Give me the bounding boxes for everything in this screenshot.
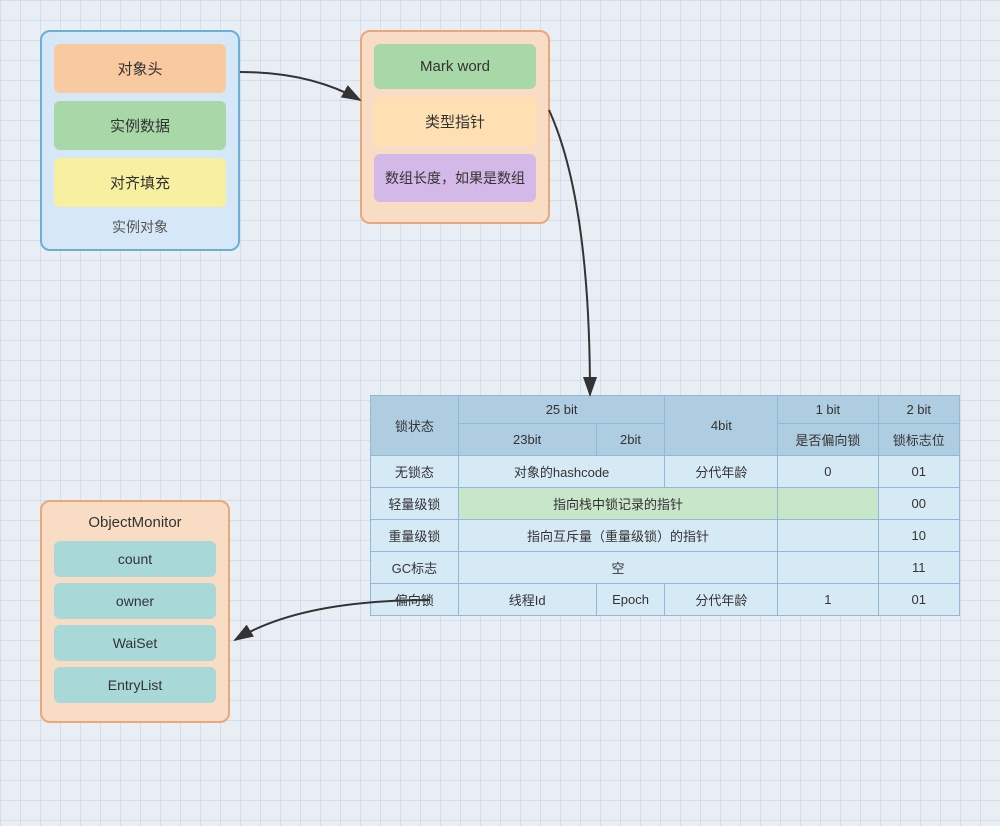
lock-type-gc: GC标志: [371, 552, 459, 584]
hdr-mark-word: Mark word: [374, 44, 536, 89]
table-row-gc: GC标志 空 11: [371, 552, 960, 584]
col-4bit: 4bit: [665, 396, 778, 456]
col-25bit: 25 bit: [458, 396, 665, 424]
flag-01-biased: 01: [878, 584, 959, 616]
col-2bit: 2 bit: [878, 396, 959, 424]
gc-empty: 空: [458, 552, 778, 584]
lock-type-none: 无锁态: [371, 456, 459, 488]
flag-01-no: 01: [878, 456, 959, 488]
table-row-biased-lock: 偏向锁 线程Id Epoch 分代年龄 1 01: [371, 584, 960, 616]
flag-00: 00: [878, 488, 959, 520]
table-row-heavy-lock: 重量级锁 指向互斥量（重量级锁）的指针 10: [371, 520, 960, 552]
heavy-biased: [778, 520, 878, 552]
object-monitor-title: ObjectMonitor: [54, 514, 216, 531]
thread-id: 线程Id: [458, 584, 596, 616]
obj-block-padding: 对齐填充: [54, 158, 226, 207]
col-is-biased: 是否偏向锁: [778, 424, 878, 456]
monitor-count: count: [54, 541, 216, 577]
col-lock-state: 锁状态: [371, 396, 459, 456]
hdr-type-pointer: 类型指针: [374, 97, 536, 146]
epoch: Epoch: [596, 584, 665, 616]
monitor-entrylist: EntryList: [54, 667, 216, 703]
object-monitor-box: ObjectMonitor count owner WaiSet EntryLi…: [40, 500, 230, 723]
biased-1: 1: [778, 584, 878, 616]
obj-block-head: 对象头: [54, 44, 226, 93]
col-2bit-sub: 2bit: [596, 424, 665, 456]
lock-type-thin: 轻量级锁: [371, 488, 459, 520]
hashcode-cell: 对象的hashcode: [458, 456, 665, 488]
col-1bit: 1 bit: [778, 396, 878, 424]
instance-object-label: 实例对象: [54, 217, 226, 237]
table-row-no-lock: 无锁态 对象的hashcode 分代年龄 0 01: [371, 456, 960, 488]
lock-state-table: 锁状态 25 bit 4bit 1 bit 2 bit 23bit 2bit 是…: [370, 395, 960, 616]
thin-lock-pointer: 指向栈中锁记录的指针: [458, 488, 778, 520]
biased-gen-age: 分代年龄: [665, 584, 778, 616]
col-lock-flag: 锁标志位: [878, 424, 959, 456]
hdr-array-length: 数组长度，如果是数组: [374, 154, 536, 202]
monitor-waiset: WaiSet: [54, 625, 216, 661]
lock-type-biased: 偏向锁: [371, 584, 459, 616]
gc-biased: [778, 552, 878, 584]
flag-10: 10: [878, 520, 959, 552]
table-row-thin-lock: 轻量级锁 指向栈中锁记录的指针 00: [371, 488, 960, 520]
biased-0: 0: [778, 456, 878, 488]
gen-age-cell: 分代年龄: [665, 456, 778, 488]
obj-block-instance: 实例数据: [54, 101, 226, 150]
table-header-row1: 锁状态 25 bit 4bit 1 bit 2 bit: [371, 396, 960, 424]
monitor-owner: owner: [54, 583, 216, 619]
lock-type-heavy: 重量级锁: [371, 520, 459, 552]
col-23bit: 23bit: [458, 424, 596, 456]
thin-biased: [778, 488, 878, 520]
instance-object-box: 对象头 实例数据 对齐填充 实例对象: [40, 30, 240, 251]
object-header-box: Mark word 类型指针 数组长度，如果是数组: [360, 30, 550, 224]
flag-11: 11: [878, 552, 959, 584]
heavy-lock-pointer: 指向互斥量（重量级锁）的指针: [458, 520, 778, 552]
